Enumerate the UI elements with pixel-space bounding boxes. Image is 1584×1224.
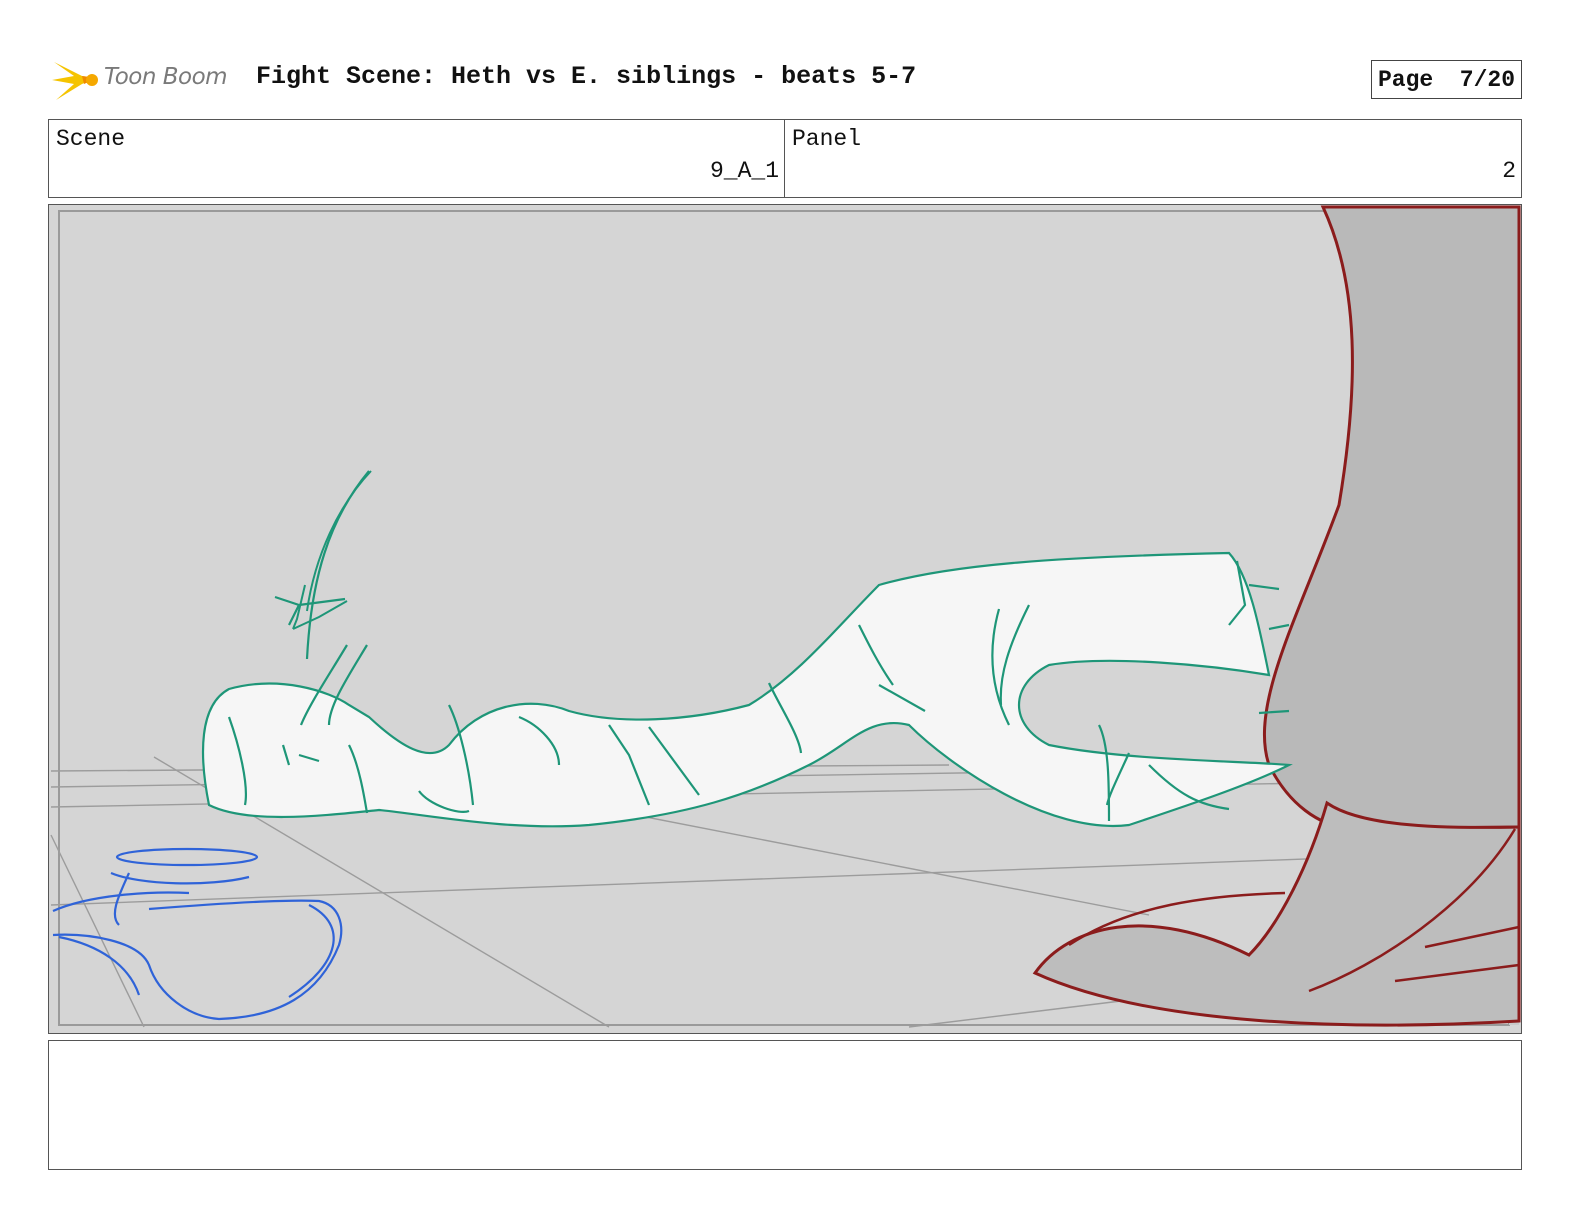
scene-label: Scene bbox=[56, 126, 126, 152]
page-label: Page bbox=[1378, 66, 1434, 93]
scene-value: 9_A_1 bbox=[709, 158, 779, 184]
action-notes-box bbox=[48, 1040, 1522, 1170]
panel-label: Panel bbox=[792, 126, 862, 152]
panel-value: 2 bbox=[1502, 158, 1516, 184]
page-number: 7/20 bbox=[1459, 66, 1515, 93]
storyboard-frame bbox=[48, 204, 1522, 1034]
logo-text: Toon Boom bbox=[104, 64, 228, 90]
document-title: Fight Scene: Heth vs E. siblings - beats… bbox=[256, 62, 917, 91]
panel-cell: Panel 2 bbox=[785, 120, 1521, 197]
toon-boom-logo: Toon Boom bbox=[52, 56, 238, 106]
scene-panel-info: Scene 9_A_1 Panel 2 bbox=[48, 119, 1522, 198]
scene-cell: Scene 9_A_1 bbox=[49, 120, 785, 197]
page-indicator: Page 7/20 bbox=[1371, 60, 1522, 99]
logo-burst-icon bbox=[52, 62, 98, 100]
storyboard-sketch bbox=[49, 205, 1521, 1033]
